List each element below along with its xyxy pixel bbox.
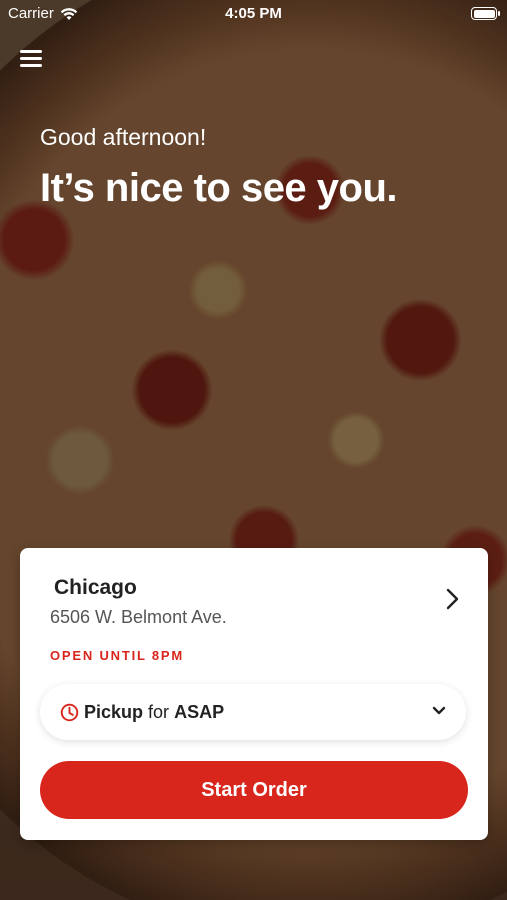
- chevron-right-icon[interactable]: [446, 588, 460, 610]
- start-order-button[interactable]: Start Order: [40, 761, 468, 819]
- home-screen: Carrier 4:05 PM Good afternoon! It’s nic…: [0, 0, 507, 900]
- open-hours-label: OPEN UNTIL 8PM: [50, 648, 185, 663]
- status-bar: Carrier 4:05 PM: [0, 0, 507, 28]
- location-name[interactable]: Chicago: [54, 576, 137, 600]
- status-time: 4:05 PM: [225, 5, 282, 22]
- greeting-text: Good afternoon!: [40, 124, 207, 150]
- order-mode-connector: for: [148, 702, 170, 722]
- pickup-mode-text: Pickup for ASAP: [84, 702, 224, 723]
- pickup-time-selector[interactable]: Pickup for ASAP: [40, 684, 466, 740]
- order-mode-label: Pickup: [84, 702, 144, 722]
- clock-icon: [60, 703, 79, 722]
- headline-text: It’s nice to see you.: [40, 166, 398, 210]
- location-address[interactable]: 6506 W. Belmont Ave.: [50, 607, 227, 628]
- chevron-down-icon: [432, 706, 446, 715]
- order-time-label: ASAP: [174, 702, 225, 722]
- hamburger-menu-icon[interactable]: [20, 48, 42, 68]
- location-card: Chicago 6506 W. Belmont Ave. OPEN UNTIL …: [20, 548, 488, 840]
- battery-icon: [471, 7, 500, 20]
